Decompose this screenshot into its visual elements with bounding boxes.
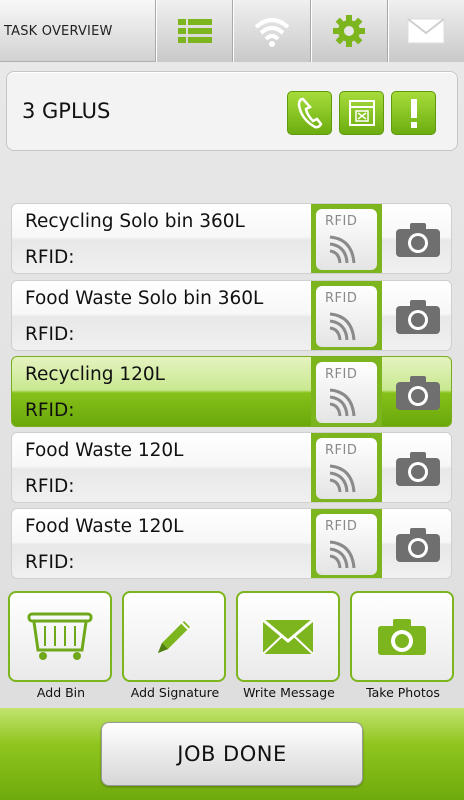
bin-icon	[27, 612, 93, 660]
customer-name: 3 GPLUS	[22, 99, 111, 123]
take-photos-button[interactable]	[350, 591, 454, 682]
bin-row[interactable]: Recycling Solo bin 360L RFID: RFID	[11, 203, 452, 274]
camera-icon	[396, 528, 440, 562]
customer-header: 3 GPLUS	[6, 71, 458, 151]
rfid-scan-button[interactable]: RFID	[311, 204, 382, 273]
bin-row-selected[interactable]: Recycling 120L RFID: RFID	[11, 356, 452, 427]
bin-row[interactable]: Food Waste 120L RFID: RFID	[11, 508, 452, 579]
bin-name: Food Waste 120L	[25, 516, 184, 537]
list-icon	[177, 19, 212, 43]
add-signature-button[interactable]	[122, 591, 226, 682]
settings-button[interactable]	[310, 0, 388, 62]
page-title: TASK OVERVIEW	[0, 0, 156, 62]
envelope-icon	[262, 618, 314, 655]
bin-row[interactable]: Food Waste Solo bin 360L RFID: RFID	[11, 280, 452, 351]
photo-button[interactable]	[390, 216, 446, 264]
gear-icon	[333, 15, 366, 47]
bin-name: Recycling 120L	[25, 364, 165, 385]
mail-button[interactable]	[387, 0, 464, 62]
camera-icon	[396, 376, 440, 410]
wifi-button[interactable]	[233, 0, 311, 62]
rfid-scan-button[interactable]: RFID	[311, 433, 382, 502]
mail-icon	[407, 18, 445, 44]
write-message-button[interactable]	[236, 591, 340, 682]
rfid-icon	[329, 464, 356, 493]
calendar-icon	[348, 100, 375, 126]
photo-button[interactable]	[390, 521, 446, 569]
bin-row[interactable]: Food Waste 120L RFID: RFID	[11, 432, 452, 503]
call-button[interactable]	[287, 91, 332, 135]
bin-rfid-label: RFID:	[25, 400, 75, 421]
alert-button[interactable]	[391, 91, 436, 135]
bin-name: Food Waste 120L	[25, 440, 184, 461]
bin-name: Food Waste Solo bin 360L	[25, 288, 264, 309]
add-signature-label: Add Signature	[130, 685, 220, 700]
photo-button[interactable]	[390, 445, 446, 493]
bin-name: Recycling Solo bin 360L	[25, 211, 245, 232]
take-photos-label: Take Photos	[366, 685, 440, 700]
write-message-label: Write Message	[243, 685, 335, 700]
add-bin-label: Add Bin	[36, 685, 86, 700]
pencil-icon	[158, 620, 190, 653]
wifi-icon	[254, 18, 290, 47]
list-button[interactable]	[156, 0, 234, 62]
schedule-button[interactable]	[339, 91, 384, 135]
rfid-scan-button[interactable]: RFID	[311, 357, 382, 426]
rfid-icon	[329, 388, 356, 417]
rfid-scan-button[interactable]: RFID	[311, 509, 382, 578]
camera-icon	[396, 452, 440, 486]
add-bin-button[interactable]	[8, 591, 112, 682]
photo-button[interactable]	[390, 293, 446, 341]
bin-rfid-label: RFID:	[25, 247, 75, 268]
bin-rfid-label: RFID:	[25, 476, 75, 497]
rfid-icon	[329, 235, 356, 264]
top-toolbar: TASK OVERVIEW	[0, 0, 464, 62]
camera-icon	[396, 223, 440, 257]
rfid-icon	[329, 312, 356, 341]
bin-rfid-label: RFID:	[25, 552, 75, 573]
job-done-button[interactable]: JOB DONE	[101, 722, 363, 786]
rfid-scan-button[interactable]: RFID	[311, 281, 382, 350]
phone-icon	[297, 97, 322, 129]
camera-icon	[396, 300, 440, 334]
camera-icon	[378, 618, 426, 655]
bin-rfid-label: RFID:	[25, 324, 75, 345]
photo-button[interactable]	[390, 369, 446, 417]
rfid-icon	[329, 540, 356, 569]
alert-icon	[410, 99, 417, 128]
